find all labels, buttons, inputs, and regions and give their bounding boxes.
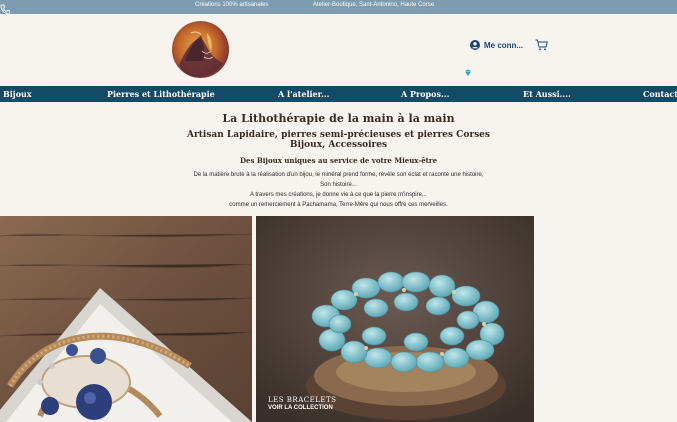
nav-item-atelier[interactable]: A l'atelier... — [278, 89, 329, 99]
gallery-tile-necklace[interactable] — [0, 216, 252, 422]
intro-paragraph-4: comme un remerciement à Pachamama, Terre… — [229, 202, 448, 208]
subtitle-artisan: Artisan Lapidaire, pierres semi-précieus… — [187, 130, 490, 140]
top-announcement-bar: Créations 100% artisanales Atelier-Bouti… — [0, 0, 677, 15]
login-link[interactable]: Me conn... — [470, 40, 523, 50]
necklace-photo — [0, 216, 252, 422]
subtitle-mieux-etre: Des Bijoux uniques au service de votre M… — [239, 156, 438, 165]
subtitle-bijoux: Bijoux, Accessoires — [289, 140, 388, 150]
diamond-icon — [465, 69, 471, 77]
login-label: Me conn... — [484, 40, 524, 50]
location-text: Atelier-Boutique, Sant-Antonino, Haute C… — [313, 2, 435, 8]
brand-logo[interactable] — [171, 21, 230, 78]
nav-item-et-aussi[interactable]: Et Aussi.... — [523, 89, 571, 99]
nav-item-pierres[interactable]: Pierres et Lithothérapie — [107, 89, 215, 99]
collection-title: LES BRACELETS — [268, 396, 337, 404]
site-header: Me conn... — [0, 14, 677, 86]
main-navigation: Bijoux Pierres et Lithothérapie A l'atel… — [0, 86, 677, 102]
page-title: La Lithothérapie de la main à la main — [222, 112, 455, 125]
intro-paragraph-2: Son histoire... — [320, 182, 357, 188]
nav-item-contact[interactable]: Contact — [643, 89, 677, 99]
view-collection-link[interactable]: VOIR LA COLLECTION — [268, 405, 333, 411]
nav-item-a-propos[interactable]: A Propos... — [401, 89, 449, 99]
bracelet-photo — [256, 216, 534, 422]
nav-item-bijoux[interactable]: Bijoux — [3, 89, 32, 99]
tagline-text: Créations 100% artisanales — [195, 2, 269, 8]
gallery-tile-bracelets[interactable]: LES BRACELETS VOIR LA COLLECTION — [256, 216, 534, 422]
intro-paragraph-3: A travers mes créations, je donne vie à … — [250, 192, 427, 198]
user-icon — [470, 40, 480, 50]
intro-paragraph-1: De la matière brute à la réalisation d'u… — [193, 172, 484, 178]
cart-icon[interactable] — [535, 39, 548, 51]
